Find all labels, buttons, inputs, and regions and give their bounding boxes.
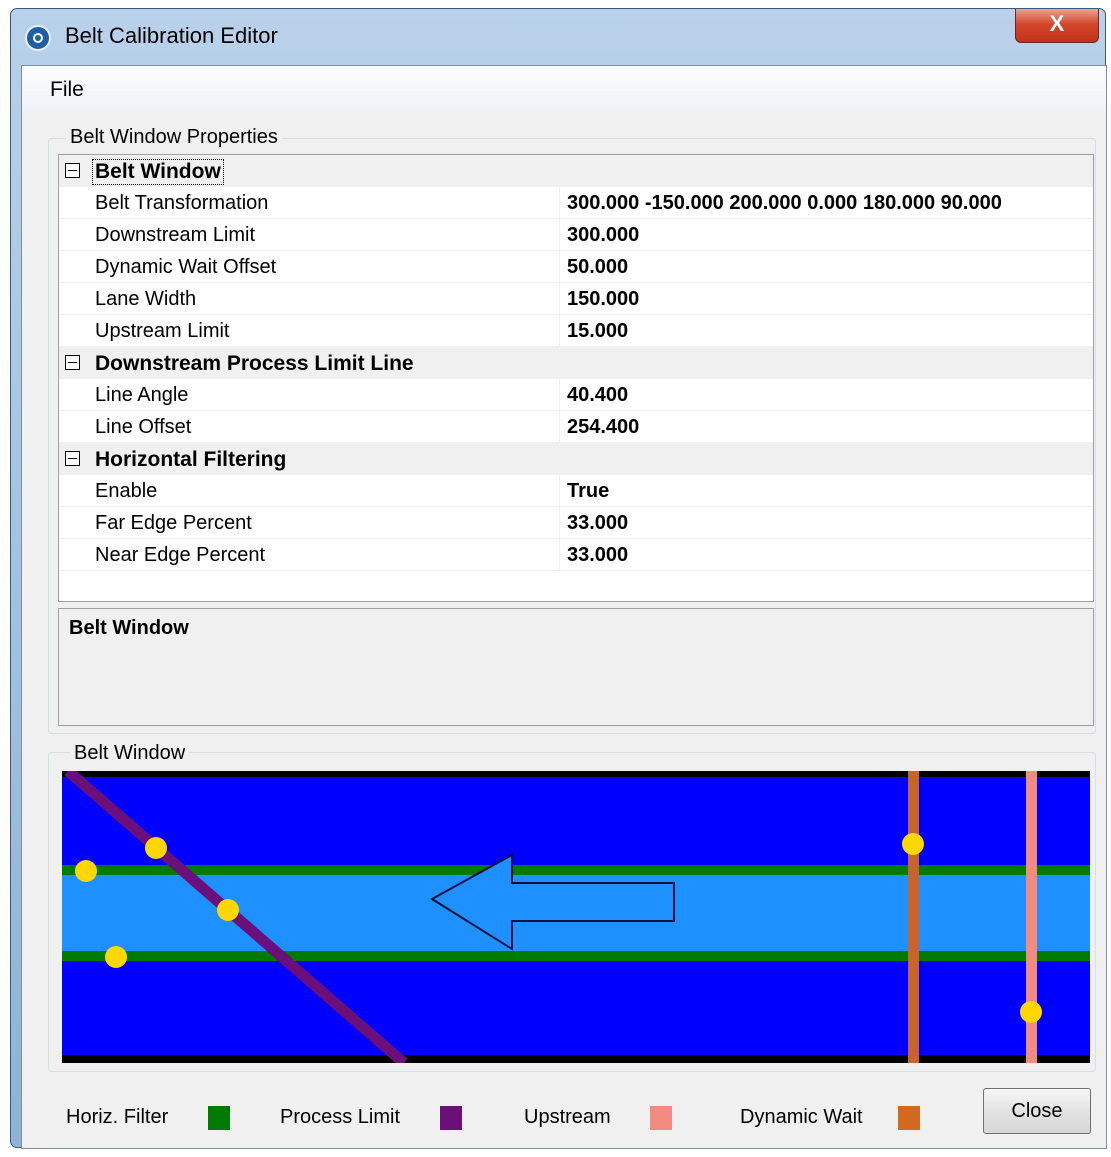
property-name: Far Edge Percent	[95, 512, 252, 534]
legend-swatch-horiz-filter	[208, 1106, 230, 1130]
grid-category[interactable]: Horizontal Filtering	[59, 443, 1093, 475]
property-description-panel: Belt Window	[58, 608, 1094, 726]
belt-window-canvas[interactable]	[62, 771, 1090, 1063]
grid-property-row[interactable]: Far Edge Percent 33.000	[59, 507, 1093, 539]
grid-property-row[interactable]: Upstream Limit 15.000	[59, 315, 1093, 347]
grid-column-divider[interactable]	[559, 507, 560, 539]
collapse-icon[interactable]	[65, 163, 80, 178]
grid-column-divider[interactable]	[559, 475, 560, 507]
process-limit-handle-angle[interactable]	[145, 837, 167, 859]
grid-column-divider[interactable]	[559, 539, 560, 571]
legend-swatch-process-limit	[440, 1106, 462, 1130]
grid-column-divider[interactable]	[559, 315, 560, 347]
legend-label-horiz-filter: Horiz. Filter	[66, 1106, 169, 1128]
belt-window-group-label: Belt Window	[70, 742, 190, 765]
collapse-icon[interactable]	[65, 451, 80, 466]
property-value[interactable]: 300.000 -150.000 200.000 0.000 180.000 9…	[567, 192, 1002, 215]
upstream-handle[interactable]	[1020, 1001, 1042, 1023]
grid-category-label: Horizontal Filtering	[95, 448, 287, 471]
grid-property-row[interactable]: Lane Width 150.000	[59, 283, 1093, 315]
property-value[interactable]: 33.000	[567, 512, 628, 535]
grid-category[interactable]: Downstream Process Limit Line	[59, 347, 1093, 379]
property-value[interactable]: 300.000	[567, 224, 639, 247]
grid-column-divider[interactable]	[559, 283, 560, 315]
property-name: Upstream Limit	[95, 320, 230, 342]
belt-calibration-editor-window: Belt Calibration Editor X File Belt Wind…	[10, 8, 1107, 1149]
description-title: Belt Window	[69, 617, 189, 639]
property-value[interactable]: 254.400	[567, 416, 639, 439]
property-name: Line Angle	[95, 384, 189, 406]
grid-column-divider[interactable]	[559, 187, 560, 219]
property-name: Dynamic Wait Offset	[95, 256, 277, 278]
grid-category-label: Belt Window	[92, 159, 224, 185]
near-edge-filter-line[interactable]	[62, 951, 1090, 961]
grid-property-row[interactable]: Downstream Limit 300.000	[59, 219, 1093, 251]
grid-property-row[interactable]: Near Edge Percent 33.000	[59, 539, 1093, 571]
legend-label-upstream: Upstream	[524, 1106, 611, 1128]
menu-file[interactable]: File	[50, 78, 84, 102]
grid-column-divider[interactable]	[559, 379, 560, 411]
property-name: Near Edge Percent	[95, 544, 266, 566]
window-close-button[interactable]: X	[1015, 9, 1099, 43]
grid-category[interactable]: Belt Window	[59, 155, 1093, 187]
far-edge-filter-line[interactable]	[62, 865, 1090, 875]
near-edge-handle[interactable]	[105, 946, 127, 968]
property-value[interactable]: True	[567, 480, 609, 503]
grid-property-row[interactable]: Dynamic Wait Offset 50.000	[59, 251, 1093, 283]
grid-property-row[interactable]: Belt Transformation 300.000 -150.000 200.…	[59, 187, 1093, 219]
collapse-icon[interactable]	[65, 355, 80, 370]
close-button[interactable]: Close	[983, 1088, 1091, 1134]
grid-property-row[interactable]: Line Offset 254.400	[59, 411, 1093, 443]
dynamic-wait-line[interactable]	[908, 771, 919, 1063]
grid-column-divider[interactable]	[559, 251, 560, 283]
property-name: Lane Width	[95, 288, 197, 310]
property-value[interactable]: 15.000	[567, 320, 628, 343]
process-limit-handle-offset[interactable]	[217, 899, 239, 921]
grid-column-divider[interactable]	[559, 411, 560, 443]
client-area: File Belt Window Properties Belt Window B…	[21, 65, 1107, 1149]
property-name: Enable	[95, 480, 158, 502]
grid-column-divider[interactable]	[559, 219, 560, 251]
legend-swatch-upstream	[650, 1106, 672, 1130]
legend-label-process-limit: Process Limit	[280, 1106, 401, 1128]
grid-category-label: Downstream Process Limit Line	[95, 352, 414, 375]
property-grid[interactable]: Belt Window Belt Transformation 300.000 -1…	[58, 154, 1094, 602]
dynamic-wait-handle[interactable]	[902, 833, 924, 855]
property-value[interactable]: 50.000	[567, 256, 628, 279]
legend-label-dynamic-wait: Dynamic Wait	[740, 1106, 863, 1128]
properties-group-label: Belt Window Properties	[66, 126, 282, 149]
property-name: Belt Transformation	[95, 192, 269, 214]
title-bar[interactable]: Belt Calibration Editor X	[11, 9, 1105, 65]
far-edge-handle[interactable]	[75, 860, 97, 882]
property-value[interactable]: 150.000	[567, 288, 639, 311]
property-name: Downstream Limit	[95, 224, 256, 246]
grid-property-row[interactable]: Line Angle 40.400	[59, 379, 1093, 411]
property-name: Line Offset	[95, 416, 192, 438]
app-icon	[25, 25, 51, 51]
property-value[interactable]: 33.000	[567, 544, 628, 567]
window-title: Belt Calibration Editor	[65, 23, 278, 48]
grid-property-row[interactable]: Enable True	[59, 475, 1093, 507]
property-value[interactable]: 40.400	[567, 384, 628, 407]
legend-swatch-dynamic-wait	[898, 1106, 920, 1130]
menu-bar: File	[22, 66, 1106, 112]
